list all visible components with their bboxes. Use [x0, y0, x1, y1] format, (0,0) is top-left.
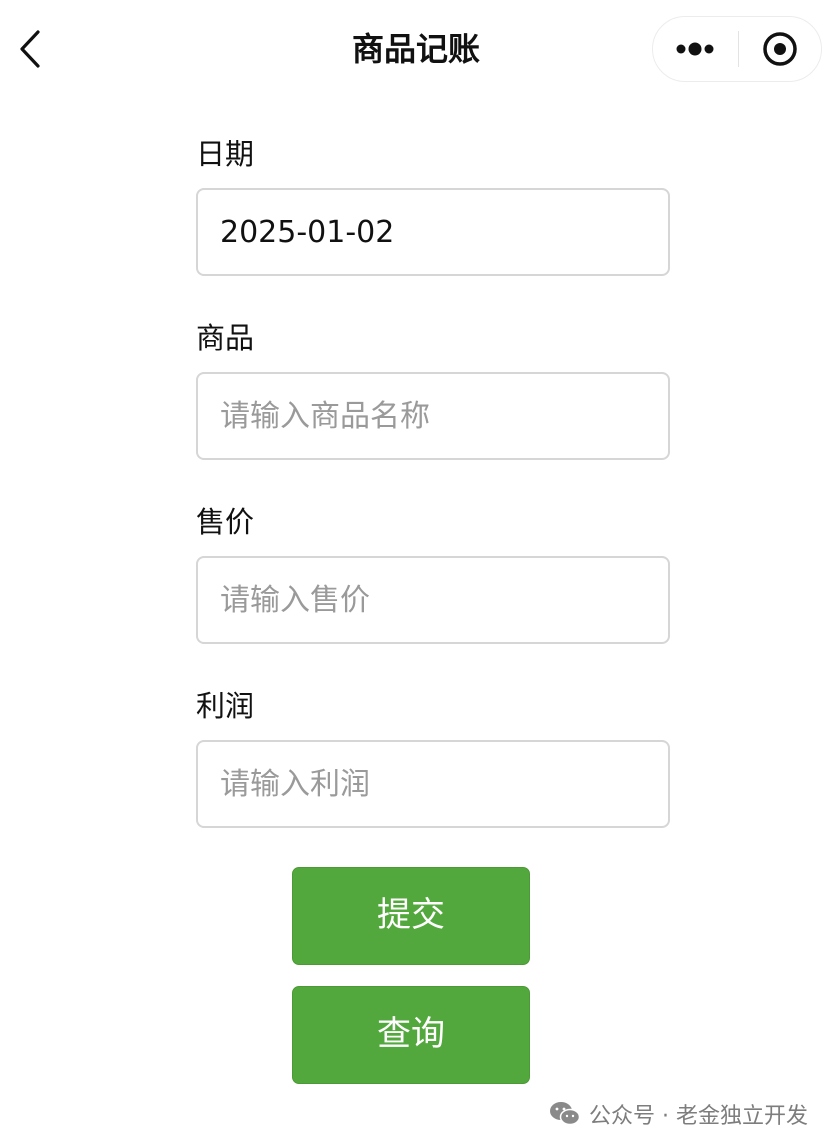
- date-label: 日期: [196, 137, 255, 171]
- submit-button[interactable]: 提交: [292, 867, 530, 965]
- mini-program-capsule: [652, 16, 822, 82]
- price-label: 售价: [196, 505, 255, 539]
- date-field-group: 日期: [196, 132, 670, 276]
- product-field-group: 商品: [196, 316, 670, 460]
- price-input[interactable]: [196, 556, 670, 644]
- close-mini-program-button[interactable]: [739, 17, 821, 81]
- profit-input[interactable]: [196, 740, 670, 828]
- watermark: 公众号 · 老金独立开发: [549, 1094, 808, 1134]
- watermark-text: 公众号 · 老金独立开发: [589, 1104, 808, 1129]
- navigation-bar: 商品记账: [0, 0, 832, 100]
- query-button[interactable]: 查询: [292, 986, 530, 1084]
- price-field-group: 售价: [196, 500, 670, 644]
- more-dots-icon: [676, 42, 714, 56]
- wechat-icon: [550, 1102, 581, 1126]
- date-input[interactable]: [196, 188, 670, 276]
- profit-field-group: 利润: [196, 684, 670, 828]
- target-circle-icon: [763, 32, 797, 66]
- product-name-input[interactable]: [196, 372, 670, 460]
- product-label: 商品: [196, 321, 255, 355]
- profit-label: 利润: [196, 689, 255, 723]
- more-button[interactable]: [653, 17, 737, 81]
